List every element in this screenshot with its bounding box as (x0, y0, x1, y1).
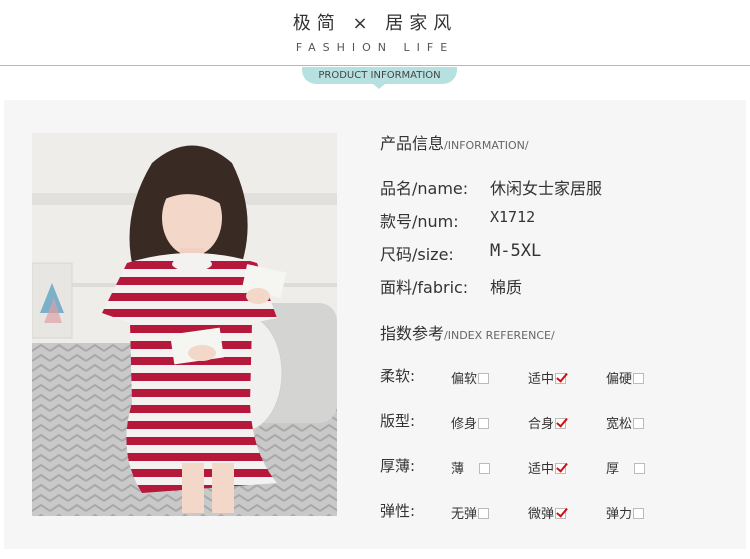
ref-option-text: 合身 (528, 417, 555, 432)
ref-row-elasticity: 弹性: 无弹 微弹 弹力 (380, 500, 680, 522)
checkbox-icon (633, 508, 645, 519)
ref-option: 修身 (451, 413, 490, 432)
ref-option: 微弹 (528, 503, 567, 522)
checkbox-icon (478, 418, 490, 429)
ref-option: 弹力 (606, 503, 645, 522)
ref-option-text: 微弹 (528, 507, 555, 522)
ref-option: 适中 (528, 458, 567, 477)
ref-option: 无弹 (451, 503, 490, 522)
info-row-name: 品名/name: 休闲女士家居服 (380, 175, 602, 198)
brand-title: 极简 × 居家风 (292, 13, 458, 34)
checkbox-icon (634, 463, 646, 474)
info-label: 尺码/size: (380, 245, 454, 264)
ref-option-text: 厚 (606, 462, 620, 477)
ref-option-text: 修身 (451, 417, 478, 432)
product-info-title-cn: 产品信息 (380, 134, 445, 153)
badge-pointer (373, 84, 385, 89)
index-reference-title: 指数参考/INDEX REFERENCE/ (380, 320, 555, 344)
ref-option: 适中 (528, 368, 567, 387)
checkbox-checked-icon (555, 418, 567, 429)
ref-option: 偏硬 (606, 368, 645, 387)
checkbox-checked-icon (555, 463, 567, 474)
ref-label: 厚薄: (380, 457, 416, 475)
info-value: M-5XL (490, 241, 542, 261)
checkbox-checked-icon (555, 373, 567, 384)
checkbox-icon (633, 418, 645, 429)
model-photo-illustration (32, 133, 337, 516)
ref-label: 弹性: (380, 502, 416, 520)
info-label: 款号/num: (380, 212, 459, 231)
checkbox-icon (479, 463, 491, 474)
ref-label: 柔软: (380, 367, 416, 385)
ref-option: 偏软 (451, 368, 490, 387)
ref-option: 薄 (451, 458, 491, 477)
page-header: 极简 × 居家风 FASHION LIFE (0, 0, 750, 66)
ref-row-softness: 柔软: 偏软 适中 偏硬 (380, 365, 680, 387)
ref-row-thickness: 厚薄: 薄 适中 厚 (380, 455, 680, 477)
ref-row-fit: 版型: 修身 合身 宽松 (380, 410, 680, 432)
ref-label: 版型: (380, 412, 416, 430)
info-value: 棉质 (490, 278, 523, 297)
checkbox-icon (478, 373, 490, 384)
ref-option-text: 无弹 (451, 507, 478, 522)
checkbox-checked-icon (555, 508, 567, 519)
header-divider (0, 65, 750, 66)
product-info-title-en: /INFORMATION/ (444, 139, 529, 152)
info-row-num: 款号/num: X1712 (380, 208, 535, 231)
ref-option-text: 宽松 (606, 417, 633, 432)
index-reference-title-cn: 指数参考 (380, 324, 445, 343)
model-photo (32, 133, 337, 516)
brand-subtitle: FASHION LIFE (295, 41, 455, 54)
ref-option: 合身 (528, 413, 567, 432)
ref-option: 厚 (606, 458, 646, 477)
info-row-size: 尺码/size: M-5XL (380, 241, 541, 264)
ref-option-text: 偏硬 (606, 372, 633, 387)
ref-option-text: 薄 (451, 462, 465, 477)
checkbox-icon (478, 508, 490, 519)
ref-option-text: 适中 (528, 372, 555, 387)
checkbox-icon (633, 373, 645, 384)
ref-option-text: 弹力 (606, 507, 633, 522)
ref-option-text: 偏软 (451, 372, 478, 387)
ref-option-text: 适中 (528, 462, 555, 477)
info-label: 面料/fabric: (380, 278, 469, 297)
product-information-badge: PRODUCT INFORMATION (302, 67, 457, 84)
info-label: 品名/name: (380, 179, 469, 198)
info-value: 休闲女士家居服 (490, 179, 603, 198)
product-info-title: 产品信息/INFORMATION/ (380, 130, 529, 154)
ref-option: 宽松 (606, 413, 645, 432)
info-row-fabric: 面料/fabric: 棉质 (380, 274, 522, 297)
index-reference-title-en: /INDEX REFERENCE/ (444, 329, 555, 342)
info-value: X1712 (490, 208, 536, 226)
